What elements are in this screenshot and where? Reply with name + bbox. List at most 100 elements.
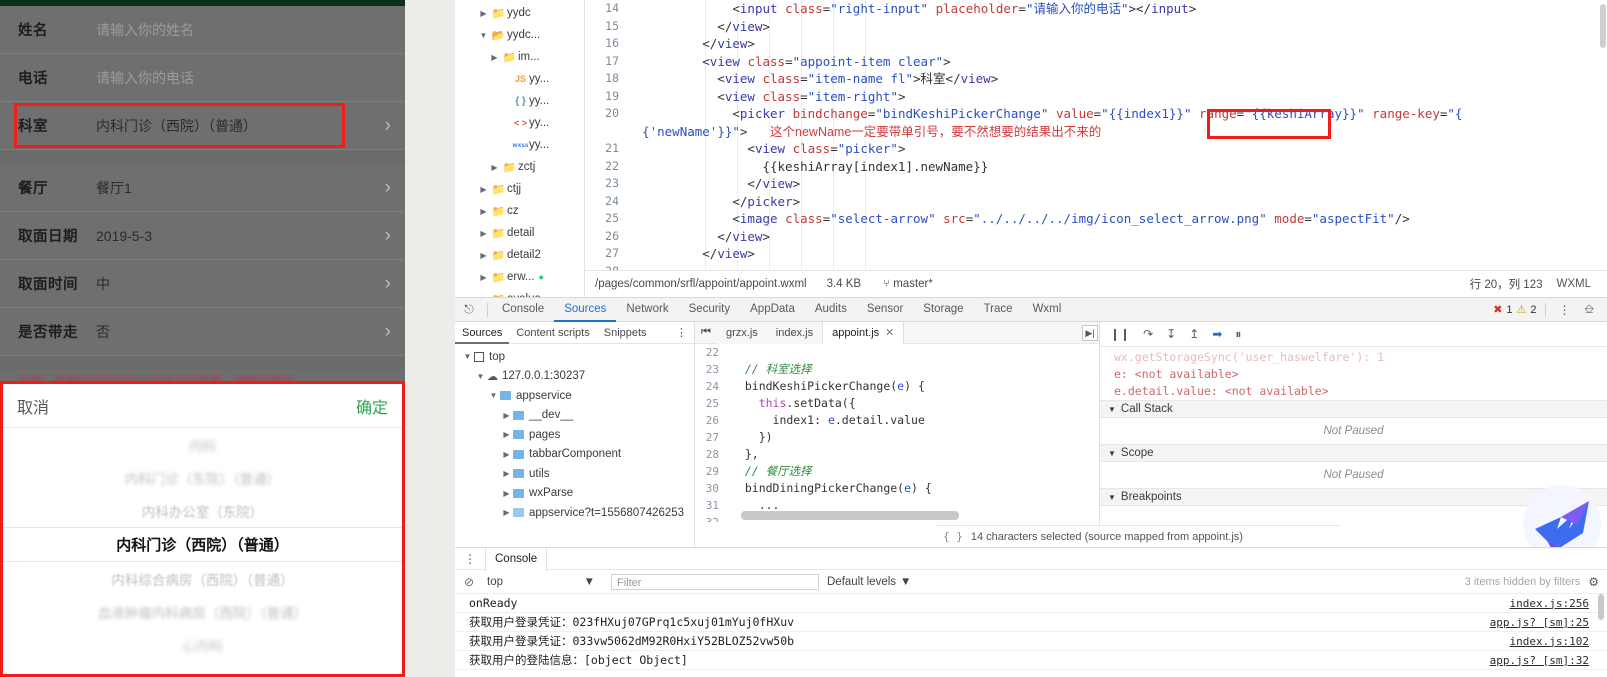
devtools-tab-audits[interactable]: Audits: [805, 297, 857, 322]
code-line[interactable]: <view class="picker">: [627, 140, 1607, 158]
devtools-tab-wxml[interactable]: Wxml: [1023, 297, 1072, 322]
picker-option[interactable]: 内科: [3, 428, 402, 461]
tree-node[interactable]: ▶ 📁 erw... ●: [455, 266, 584, 288]
more-options-icon[interactable]: ⋮: [1554, 303, 1576, 317]
tab-list-icon[interactable]: ⏮: [695, 326, 717, 339]
code-line[interactable]: {'newName'}}"> 这个newName一定要带单引号，要不然想要的结果…: [627, 123, 1607, 141]
warning-badge[interactable]: ⚠: [1517, 303, 1527, 316]
scope-section-header[interactable]: ▼ Scope: [1100, 444, 1607, 462]
dock-panel-icon[interactable]: ⎒: [1580, 302, 1599, 317]
sources-tree-node[interactable]: ▶ utils: [455, 464, 694, 484]
code-line[interactable]: this.setData({: [731, 395, 1099, 412]
chevron-right-icon[interactable]: ▶: [477, 229, 490, 238]
tree-node[interactable]: wxss yy...: [455, 134, 584, 156]
step-button[interactable]: ➡: [1212, 327, 1222, 341]
error-badge[interactable]: ✖: [1493, 303, 1502, 316]
console-message-row[interactable]: onReady index.js:256: [455, 594, 1607, 613]
code-line[interactable]: index1: e.detail.value: [731, 412, 1099, 429]
form-row-department[interactable]: 科室 内科门诊（西院）（普通） ›: [0, 102, 405, 150]
devtools-tab-sensor[interactable]: Sensor: [857, 297, 913, 322]
picker-option[interactable]: 内科综合病房（西院）（普通）: [3, 562, 402, 595]
code-line[interactable]: <picker bindchange="bindKeshiPickerChang…: [627, 105, 1607, 123]
picker-confirm-button[interactable]: 确定: [356, 394, 388, 418]
chevron-right-icon[interactable]: ▶: [477, 207, 490, 216]
form-row-canteen[interactable]: 餐厅 餐厅1 ›: [0, 164, 405, 212]
form-row-name[interactable]: 姓名 请输入你的姓名: [0, 6, 405, 54]
console-filter-input[interactable]: Filter: [611, 573, 819, 590]
chevron-right-icon[interactable]: ▶: [500, 450, 513, 459]
gear-icon[interactable]: ⚙: [1588, 575, 1599, 589]
code-line[interactable]: [627, 263, 1607, 271]
picker-option[interactable]: 心内科: [3, 628, 402, 661]
sources-tree-node[interactable]: ▼ appservice: [455, 386, 694, 406]
tree-node[interactable]: ▶ 📁 im...: [455, 46, 584, 68]
sources-tree-node[interactable]: ▶ wxParse: [455, 484, 694, 504]
chevron-right-icon[interactable]: ▶: [477, 185, 490, 194]
code-line[interactable]: </view>: [627, 35, 1607, 53]
file-tab-grzx[interactable]: grzx.js: [717, 321, 767, 344]
js-horizontal-scrollbar[interactable]: [731, 511, 1083, 520]
devtools-tab-network[interactable]: Network: [616, 297, 678, 322]
chevron-right-icon[interactable]: ▶: [488, 53, 501, 62]
chevron-down-icon[interactable]: ▼: [461, 352, 474, 361]
source-file-tabs[interactable]: ⏮ grzx.js index.js appoint.js ✕: [695, 321, 1099, 344]
name-input[interactable]: 请输入你的姓名: [96, 20, 391, 40]
sources-tree-node[interactable]: ▼ top: [455, 347, 694, 367]
code-line[interactable]: }): [731, 429, 1099, 446]
tree-node[interactable]: < > yy...: [455, 112, 584, 134]
call-stack-section-header[interactable]: ▼ Call Stack: [1100, 400, 1607, 418]
chevron-right-icon[interactable]: ▶: [488, 163, 501, 172]
clear-console-icon[interactable]: ⊘: [455, 575, 483, 589]
console-message-row[interactable]: 获取用户登录凭证： 033vw5062dM92R0HxiY52BLOZ52vw50…: [455, 632, 1607, 651]
subtab-snippets[interactable]: Snippets: [597, 327, 654, 339]
form-row-phone[interactable]: 电话 请输入你的电话: [0, 54, 405, 102]
chevron-right-icon[interactable]: ▶: [477, 9, 490, 18]
code-line[interactable]: bindKeshiPickerChange(e) {: [731, 378, 1099, 395]
sources-file-tree[interactable]: ▼ top ▼ ☁ 127.0.0.1:30237 ▼ appservice ▶ __dev__…: [455, 344, 694, 547]
sources-tree-node[interactable]: ▶ pages: [455, 425, 694, 445]
picker-options-list[interactable]: 内科 内科门诊（东院）（普通） 内科办公室（东院） 内科门诊（西院）（普通） 内…: [3, 428, 402, 670]
tree-node[interactable]: JS yy...: [455, 68, 584, 90]
chevron-down-icon[interactable]: ▼: [474, 372, 487, 381]
devtools-tab-list[interactable]: Console Sources Network Security AppData Audi…: [492, 297, 1071, 322]
tree-node[interactable]: { } yy...: [455, 90, 584, 112]
tree-node[interactable]: ▶📁evalua...: [455, 288, 584, 297]
collapse-sidebar-button[interactable]: ▶|: [1082, 325, 1098, 341]
editor-language[interactable]: WXML: [1557, 278, 1592, 290]
console-scrollbar[interactable]: [1597, 594, 1605, 666]
editor-vertical-scrollbar[interactable]: [1599, 0, 1607, 270]
editor-code-content[interactable]: <input class="right-input" placeholder="…: [627, 0, 1607, 270]
file-tab-index[interactable]: index.js: [766, 321, 823, 344]
wxml-editor[interactable]: 1415161718192021222324252627282930 <inpu…: [585, 0, 1607, 270]
devtools-tab-appdata[interactable]: AppData: [740, 297, 805, 322]
picker-option-selected[interactable]: 内科门诊（西院）（普通）: [3, 527, 402, 562]
file-tab-appoint[interactable]: appoint.js ✕: [822, 321, 905, 344]
code-line[interactable]: <view class="item-right">: [627, 88, 1607, 106]
picker-option[interactable]: 内科办公室（东院）: [3, 494, 402, 527]
chevron-right-icon[interactable]: ▶: [500, 508, 513, 517]
code-line[interactable]: [731, 344, 1099, 361]
code-line[interactable]: <view class="item-name fl">科室</view>: [627, 70, 1607, 88]
pause-script-button[interactable]: ❙❙: [1110, 327, 1130, 341]
close-icon[interactable]: ✕: [885, 327, 894, 339]
code-line[interactable]: // 餐厅选择: [731, 463, 1099, 480]
chevron-right-icon[interactable]: ▶: [500, 489, 513, 498]
console-source-link[interactable]: index.js:256: [1510, 597, 1589, 610]
project-file-tree[interactable]: ▶ 📁 yydc ▼ 📂 yydc... ▶ 📁 im... JS yy...{ } yy... < >…: [455, 0, 585, 297]
chevron-right-icon[interactable]: ▶: [500, 411, 513, 420]
phone-input[interactable]: 请输入你的电话: [96, 68, 391, 88]
chevron-right-icon[interactable]: ▶: [477, 273, 490, 282]
git-branch-indicator[interactable]: ⑂ master*: [883, 278, 933, 290]
form-row-pickup-date[interactable]: 取面日期 2019-5-3 ›: [0, 212, 405, 260]
code-line[interactable]: </view>: [627, 18, 1607, 36]
console-source-link[interactable]: index.js:102: [1510, 635, 1589, 648]
devtools-tab-security[interactable]: Security: [679, 297, 741, 322]
step-out-button[interactable]: ↥: [1189, 327, 1199, 341]
subtab-content-scripts[interactable]: Content scripts: [509, 327, 596, 339]
form-row-pickup-time[interactable]: 取面时间 中 ›: [0, 260, 405, 308]
picker-cancel-button[interactable]: 取消: [17, 394, 49, 418]
code-line[interactable]: </picker>: [627, 193, 1607, 211]
code-line[interactable]: </view>: [627, 245, 1607, 263]
picker-option[interactable]: 内科门诊（东院）（普通）: [3, 461, 402, 494]
watch-row[interactable]: wx.getStorageSync('user_haswelfare'): 1: [1114, 349, 1607, 366]
